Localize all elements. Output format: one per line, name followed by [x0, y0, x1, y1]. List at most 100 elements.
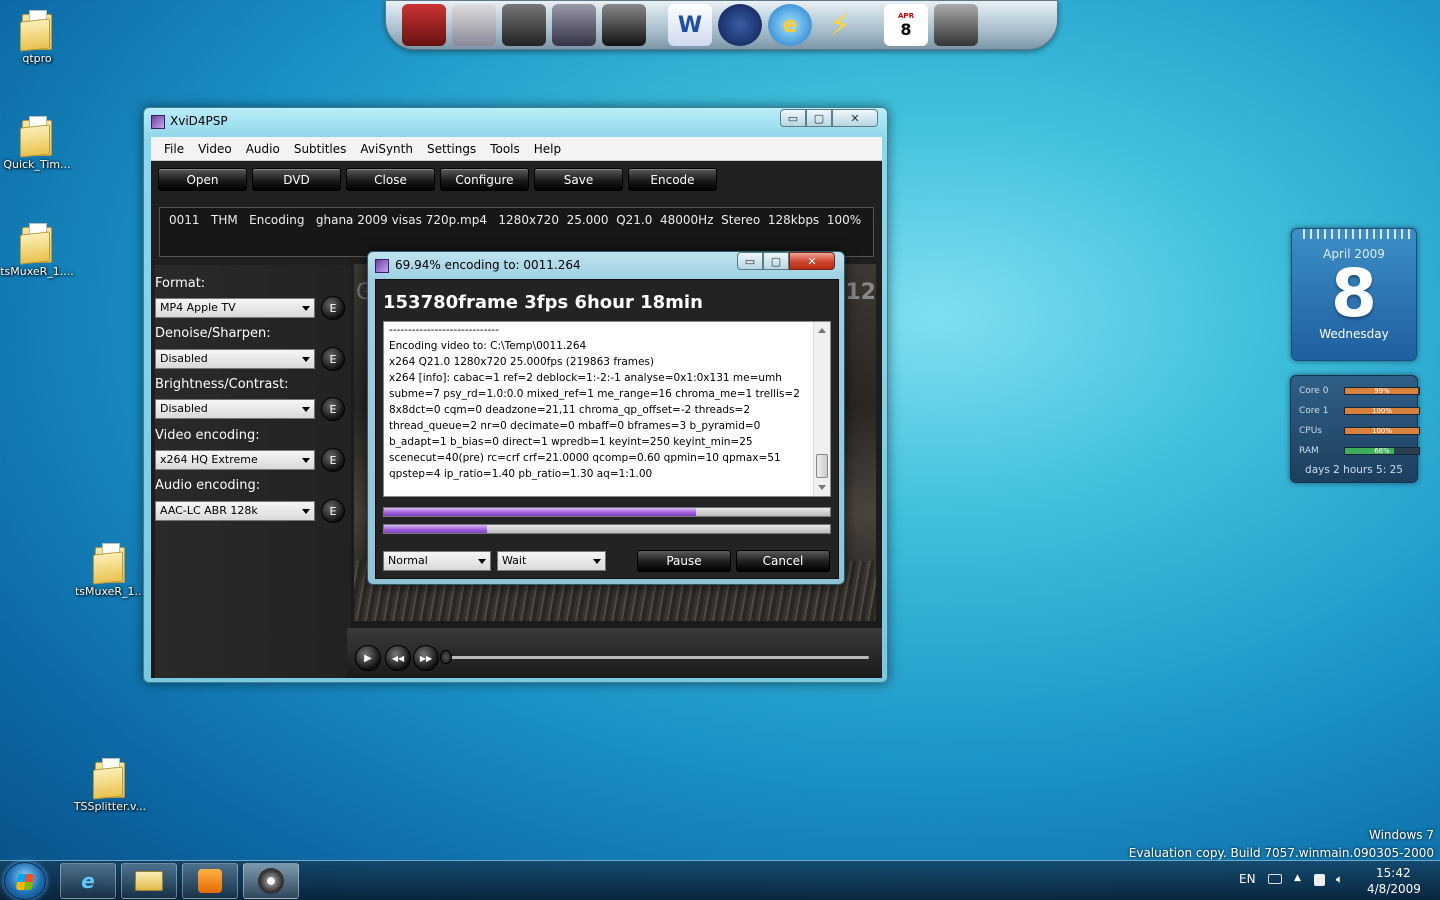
- action-center-icon[interactable]: [1314, 874, 1325, 886]
- internet-explorer-icon[interactable]: e: [768, 4, 812, 46]
- folder-icon: [93, 543, 127, 585]
- keyboard-icon[interactable]: [1268, 874, 1282, 884]
- denoise-select[interactable]: Disabled: [155, 349, 315, 369]
- log-line: x264 Q21.0 1280x720 25.000fps (219863 fr…: [389, 356, 655, 368]
- video-clapper-icon[interactable]: [602, 4, 646, 46]
- desktop-icon-qtpro[interactable]: qtpro: [0, 10, 74, 65]
- format-select[interactable]: MP4 Apple TV: [155, 298, 315, 318]
- pause-button[interactable]: Pause: [637, 550, 731, 572]
- desktop-icon-tsmuxer-1[interactable]: tsMuxeR_1....: [0, 223, 74, 278]
- video-encoding-edit-button[interactable]: E: [321, 448, 345, 472]
- taskbar-ie-button[interactable]: e: [60, 863, 116, 899]
- menu-tools[interactable]: Tools: [483, 142, 527, 156]
- frame-back-button[interactable]: ◀◀: [385, 645, 411, 671]
- meter-row-core1: Core 1 100%: [1299, 405, 1420, 417]
- audio-encoding-edit-button[interactable]: E: [321, 499, 345, 523]
- desktop-icon-tsmuxer-2[interactable]: tsMuxeR_1...: [73, 543, 147, 598]
- video-encoding-select[interactable]: x264 HQ Extreme: [155, 450, 315, 470]
- lightning-icon[interactable]: ⚡: [818, 4, 862, 46]
- calendar-gadget[interactable]: April 2009 8 Wednesday: [1291, 228, 1417, 361]
- open-button[interactable]: Open: [158, 168, 247, 191]
- log-scrollbar[interactable]: [813, 322, 830, 496]
- dialog-maximize-button[interactable]: ▢: [763, 252, 789, 270]
- encoding-log[interactable]: ----------------------------- Encoding v…: [383, 321, 831, 497]
- play-button[interactable]: ▶: [355, 645, 381, 671]
- hard-drive-icon[interactable]: [934, 4, 978, 46]
- dialog-minimize-button[interactable]: ▭: [737, 252, 763, 270]
- app-icon: [151, 115, 165, 129]
- folder-icon: [93, 758, 127, 800]
- volume-icon[interactable]: 🔈︎: [1336, 872, 1343, 887]
- menu-video[interactable]: Video: [191, 142, 239, 156]
- after-encoding-select[interactable]: Wait: [497, 551, 606, 571]
- cancel-button[interactable]: Cancel: [736, 550, 830, 572]
- taskbar-xvid4psp-button[interactable]: [243, 863, 299, 899]
- secondary-progress-bar: [383, 524, 831, 534]
- log-line: Encoding video to: C:\Temp\0011.264: [389, 340, 587, 352]
- seek-bar[interactable]: [451, 656, 869, 659]
- format-label: Format:: [155, 276, 206, 291]
- format-edit-button[interactable]: E: [321, 296, 345, 320]
- menu-avisynth[interactable]: AviSynth: [353, 142, 420, 156]
- clock-date[interactable]: 4/8/2009: [1367, 882, 1421, 896]
- brightness-edit-button[interactable]: E: [321, 397, 345, 421]
- menu-audio[interactable]: Audio: [239, 142, 287, 156]
- configure-button[interactable]: Configure: [440, 168, 529, 191]
- meter-bar: 100%: [1344, 407, 1420, 415]
- maximize-button[interactable]: ▢: [806, 109, 832, 127]
- media-center-icon[interactable]: [718, 4, 762, 46]
- window-title: XviD4PSP: [170, 114, 228, 128]
- chevron-down-icon: [302, 357, 310, 362]
- word-icon[interactable]: W: [668, 4, 712, 46]
- menu-settings[interactable]: Settings: [420, 142, 483, 156]
- start-button[interactable]: [4, 862, 46, 900]
- menu-help[interactable]: Help: [527, 142, 568, 156]
- taskbar: e EN ▲ 🔈︎ 15:42 4/8/2009: [0, 860, 1440, 900]
- dialog-close-button[interactable]: ✕: [789, 252, 835, 270]
- show-hidden-icons-icon[interactable]: ▲: [1294, 873, 1301, 883]
- music-icon[interactable]: [552, 4, 596, 46]
- close-button[interactable]: ✕: [832, 109, 878, 127]
- meter-value: 66%: [1374, 447, 1390, 455]
- calendar-icon[interactable]: APR 8: [884, 4, 928, 46]
- encode-button[interactable]: Encode: [628, 168, 717, 191]
- frame-forward-button[interactable]: ▶▶: [413, 645, 439, 671]
- photo-icon[interactable]: [402, 4, 446, 46]
- taskbar-media-player-button[interactable]: [182, 863, 238, 899]
- settings-panel: Format: MP4 Apple TV E Denoise/Sharpen: …: [155, 265, 351, 678]
- windows-watermark: Windows 7 Evaluation copy. Build 7057.wi…: [1129, 826, 1434, 862]
- scroll-down-icon[interactable]: [818, 485, 826, 490]
- minimize-button[interactable]: ▭: [780, 109, 806, 127]
- brightness-select[interactable]: Disabled: [155, 399, 315, 419]
- close-file-button[interactable]: Close: [346, 168, 435, 191]
- folder-icon: [20, 223, 54, 265]
- desktop-icon-quicktime[interactable]: Quick_Tim...: [0, 116, 74, 171]
- folder-icon: [135, 871, 163, 891]
- log-line: b_adapt=1 b_bias=0 direct=1 wpredb=1 key…: [389, 436, 753, 448]
- cpu-meter-gadget[interactable]: Core 0 99% Core 1 100% CPUs 100% RAM 66%…: [1290, 375, 1420, 483]
- scroll-thumb[interactable]: [816, 454, 828, 478]
- audio-encoding-select[interactable]: AAC-LC ABR 128k: [155, 501, 315, 521]
- language-indicator[interactable]: EN: [1239, 872, 1256, 886]
- taskbar-explorer-button[interactable]: [121, 863, 177, 899]
- dvd-button[interactable]: DVD: [252, 168, 341, 191]
- camera-icon[interactable]: [502, 4, 546, 46]
- chevron-down-icon: [302, 407, 310, 412]
- save-button[interactable]: Save: [534, 168, 623, 191]
- desktop-icon-tssplitter[interactable]: TSSplitter.v...: [73, 758, 147, 813]
- calendar-day: 8: [900, 19, 912, 39]
- player-controls: ▶ ◀◀ ▶▶: [347, 628, 882, 678]
- chevron-down-icon: [302, 509, 310, 514]
- audio-encoding-label: Audio encoding:: [155, 478, 261, 493]
- menu-file[interactable]: File: [157, 142, 191, 156]
- priority-select[interactable]: Normal: [383, 551, 491, 571]
- seek-handle[interactable]: [440, 650, 452, 664]
- clock-time[interactable]: 15:42: [1376, 866, 1411, 880]
- meter-row-ram: RAM 66%: [1299, 445, 1420, 457]
- denoise-edit-button[interactable]: E: [321, 347, 345, 371]
- menu-subtitles[interactable]: Subtitles: [287, 142, 354, 156]
- scroll-up-icon[interactable]: [818, 328, 826, 333]
- desktop-icon-label: Quick_Tim...: [3, 158, 71, 171]
- brightness-label: Brightness/Contrast:: [155, 377, 289, 392]
- documents-icon[interactable]: [452, 4, 496, 46]
